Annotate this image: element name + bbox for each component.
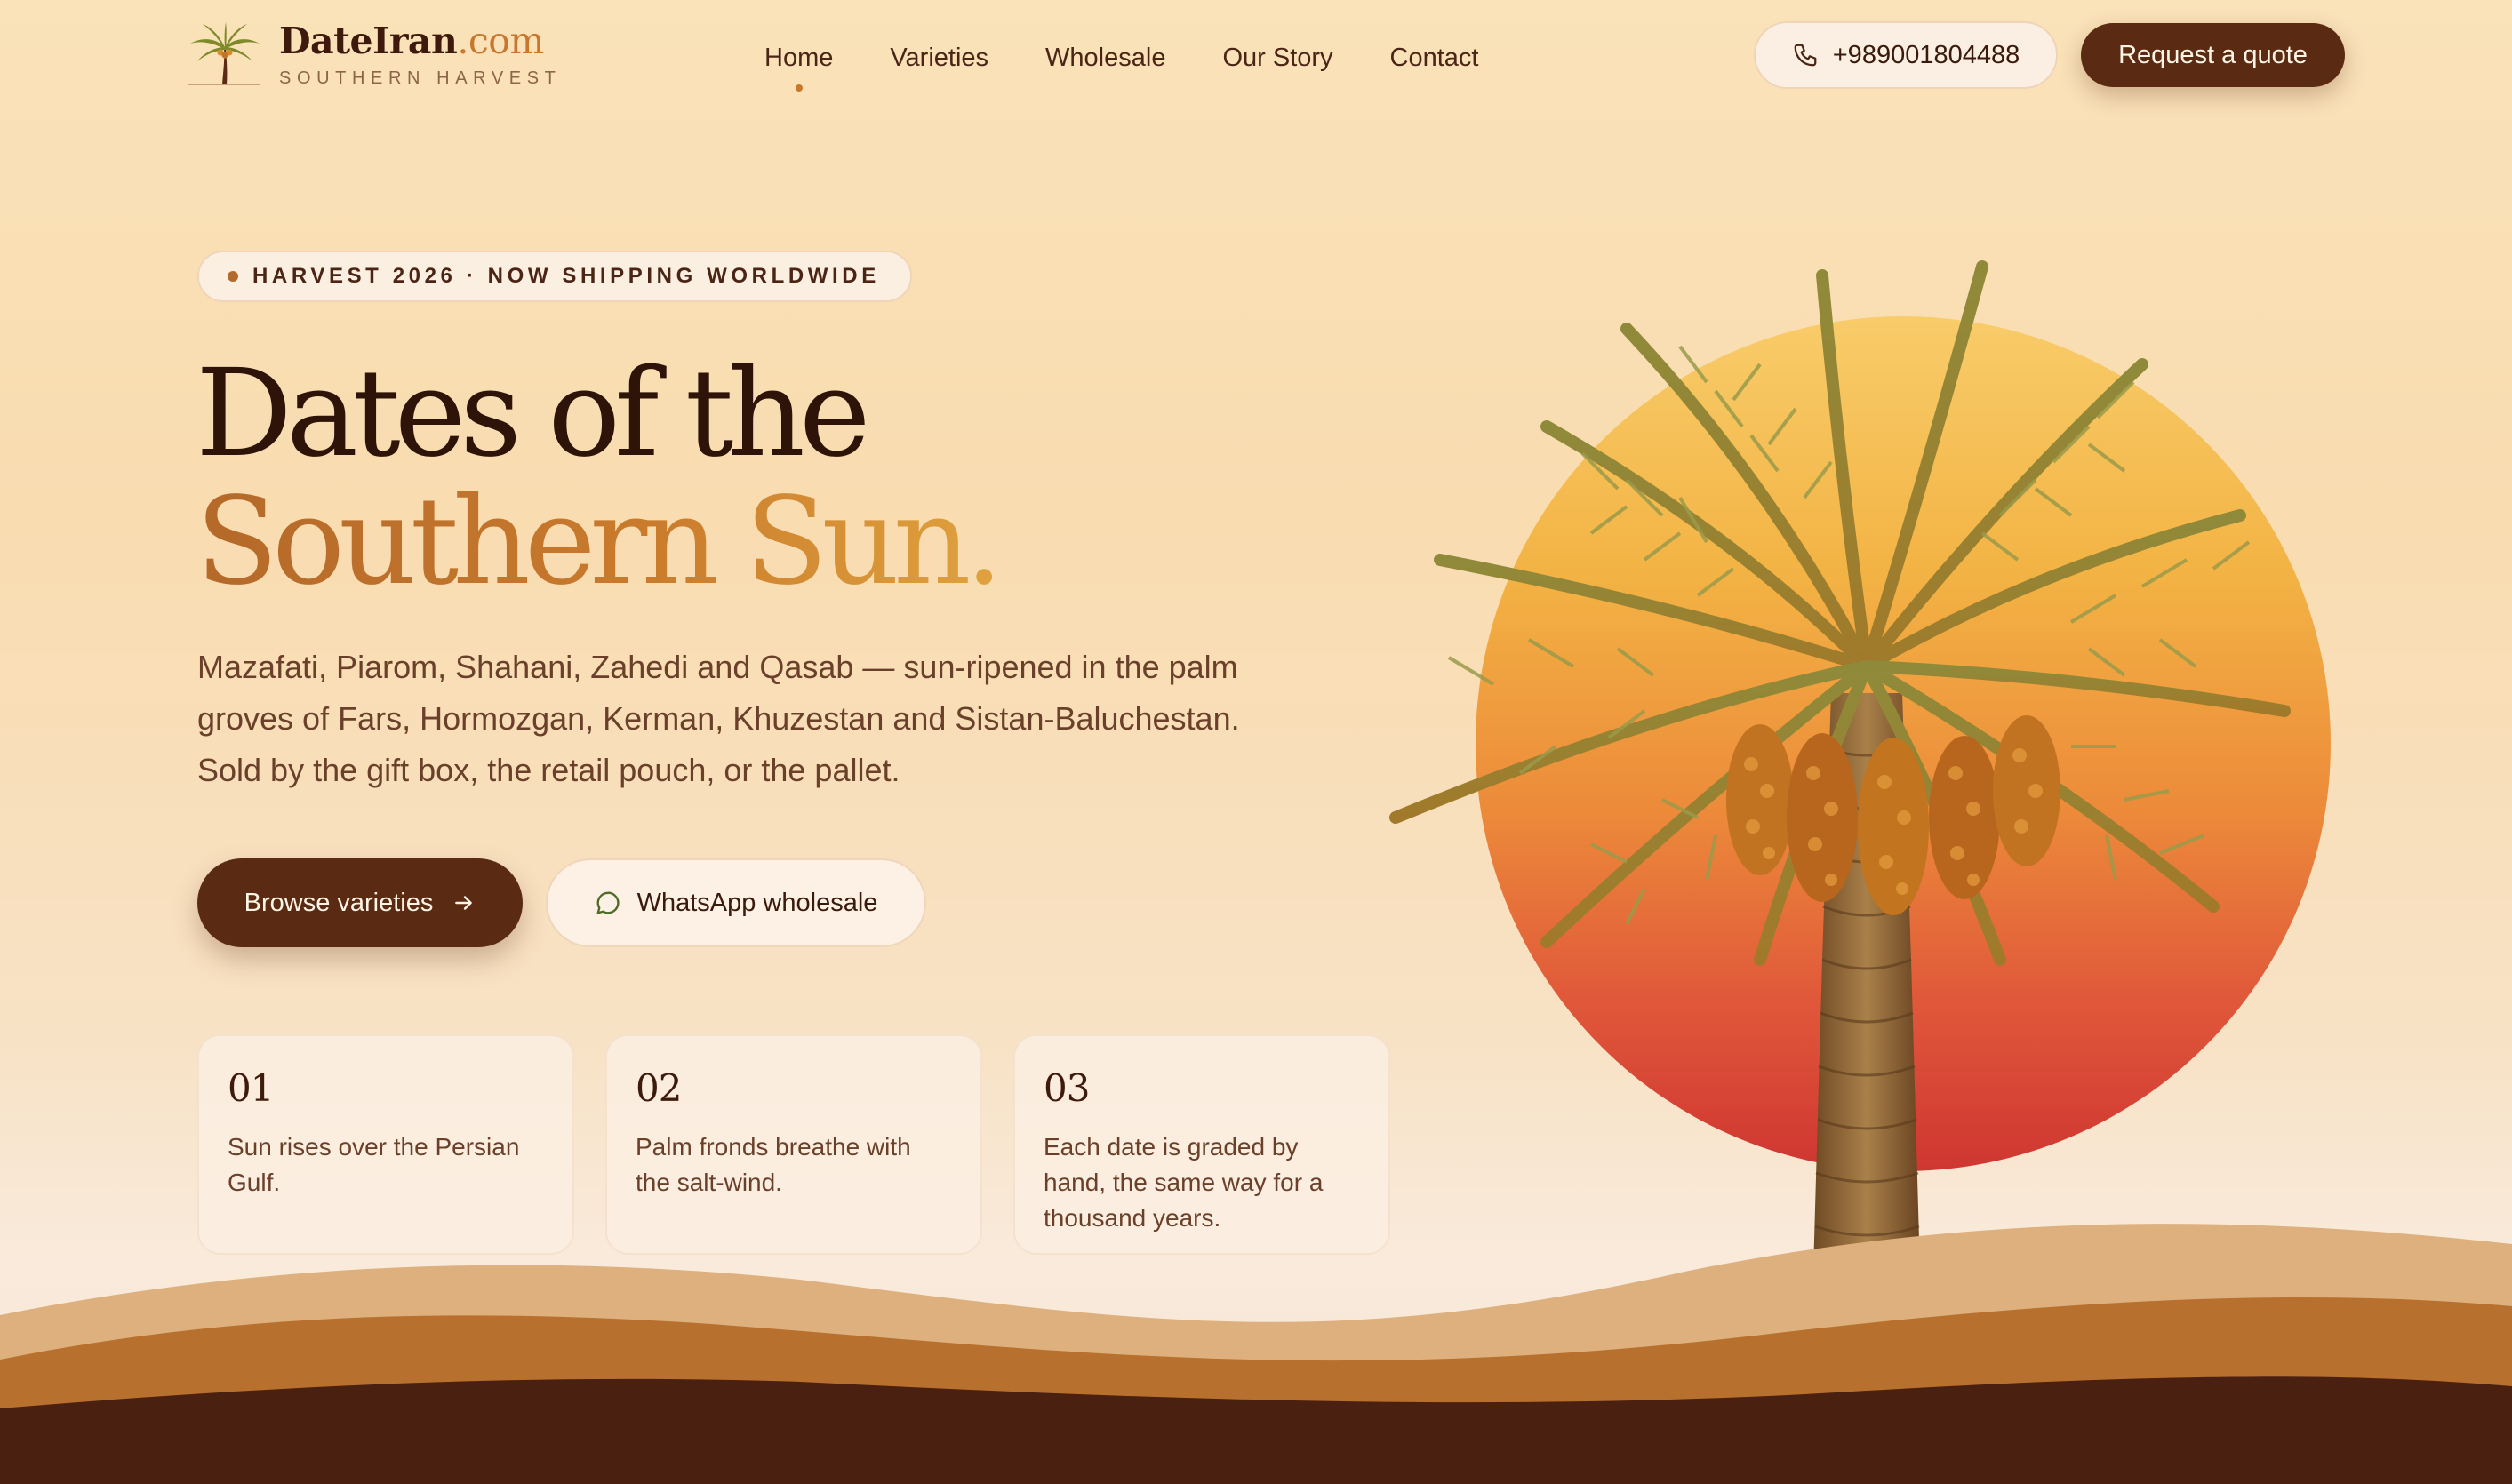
- site-logo[interactable]: DateIran.com SOUTHERN HARVEST: [185, 16, 567, 96]
- step-text: Sun rises over the Persian Gulf.: [228, 1133, 520, 1196]
- browse-label: Browse varieties: [244, 888, 434, 917]
- logo-text: DateIran.com SOUTHERN HARVEST: [279, 23, 562, 89]
- brand-name: DateIran.com: [279, 20, 544, 62]
- step-number: 03: [1044, 1066, 1090, 1110]
- nav-wholesale[interactable]: Wholesale: [1045, 44, 1165, 73]
- hero-title-line2: Southern Sun.: [196, 472, 1004, 612]
- brand-tagline: SOUTHERN HARVEST: [279, 68, 562, 88]
- step-text: Palm fronds breathe with the salt-wind.: [636, 1133, 911, 1196]
- nav-varieties[interactable]: Varieties: [890, 44, 988, 73]
- phone-button[interactable]: +989001804488: [1754, 21, 2058, 89]
- harvest-badge: HARVEST 2026 · NOW SHIPPING WORLDWIDE: [197, 251, 912, 302]
- arrow-right-icon: [455, 896, 473, 910]
- request-quote-button[interactable]: Request a quote: [2081, 23, 2345, 87]
- hero-title-line1: Dates of the: [196, 344, 870, 484]
- badge-dot: [228, 271, 238, 282]
- phone-number: +989001804488: [1832, 40, 2020, 69]
- main-nav: Home Varieties Wholesale Our Story Conta…: [764, 36, 1479, 92]
- palm-tree-icon: [188, 22, 260, 85]
- nav-our-story[interactable]: Our Story: [1222, 44, 1332, 73]
- whatsapp-wholesale-button[interactable]: WhatsApp wholesale: [546, 858, 926, 947]
- whatsapp-label: WhatsApp wholesale: [636, 888, 878, 917]
- brand-domain: .com: [457, 20, 544, 62]
- badge-text: HARVEST 2026 · NOW SHIPPING WORLDWIDE: [252, 264, 880, 288]
- step-number: 02: [636, 1066, 682, 1110]
- date-palm-illustration: [1389, 260, 2291, 1271]
- browse-varieties-button[interactable]: Browse varieties: [197, 858, 523, 947]
- nav-contact[interactable]: Contact: [1390, 44, 1479, 73]
- chat-bubble-icon: [596, 891, 620, 914]
- desert-dunes: [0, 1224, 2512, 1484]
- nav-home[interactable]: Home: [764, 44, 833, 92]
- phone-icon: [1794, 44, 1817, 67]
- hero-description: Mazafati, Piarom, Shahani, Zahedi and Qa…: [197, 649, 1240, 788]
- step-number: 01: [228, 1066, 274, 1110]
